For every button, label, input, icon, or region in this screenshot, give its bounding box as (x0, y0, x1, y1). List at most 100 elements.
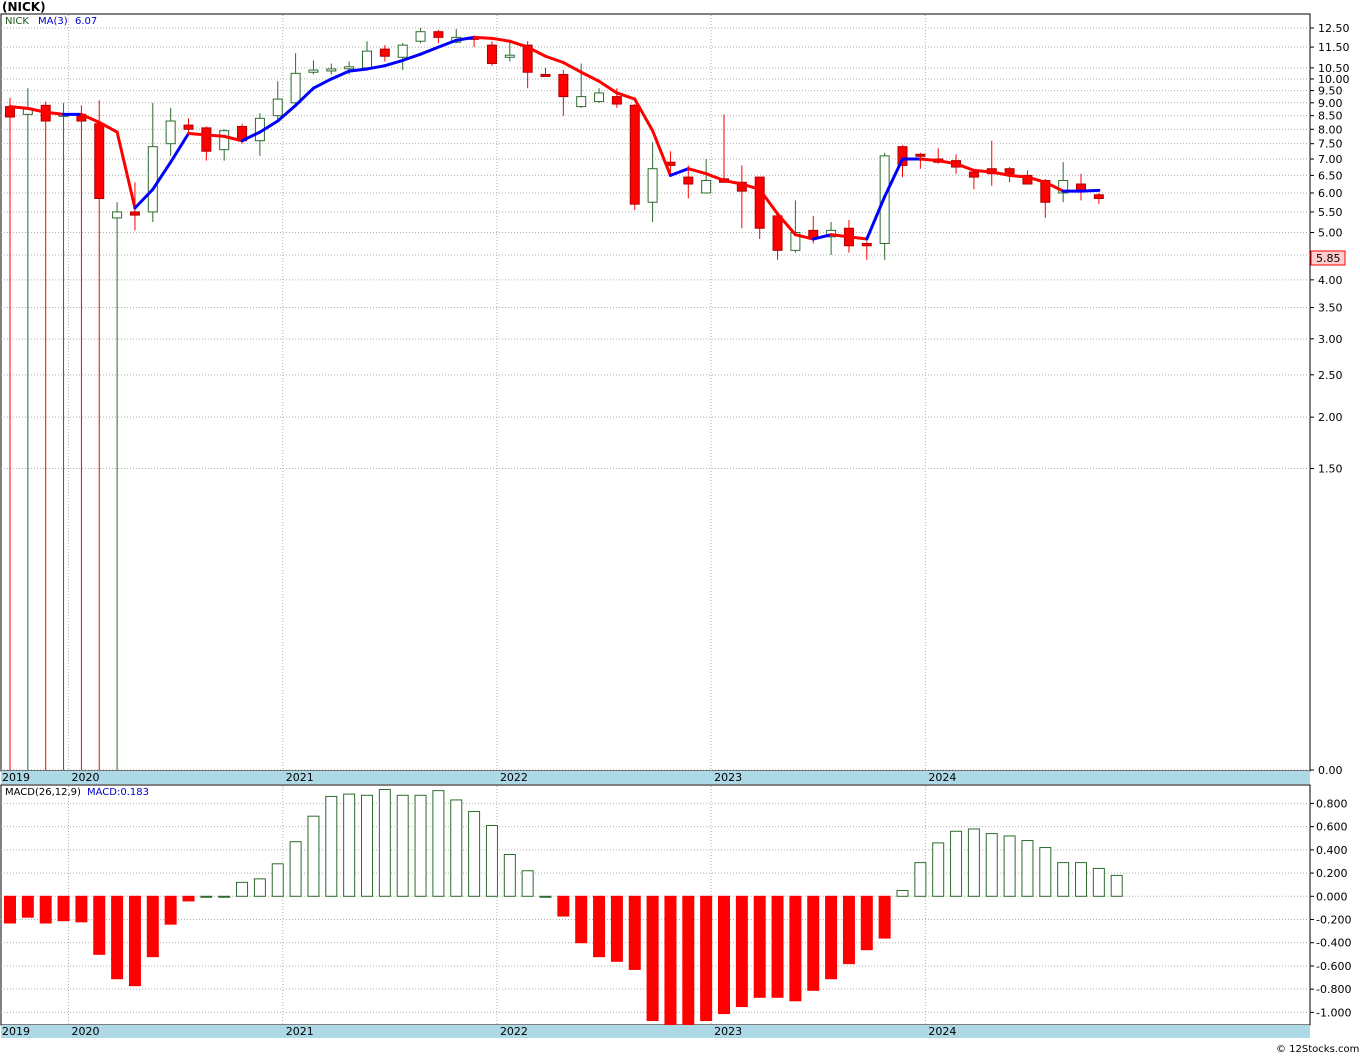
macd-bar (253, 878, 266, 897)
ma-segment (44, 110, 66, 116)
macd-bar (450, 799, 463, 897)
candle-body (968, 171, 979, 178)
macd-bar (985, 833, 998, 897)
price-tick-label: 9.50 (1318, 85, 1343, 98)
macd-bar (896, 889, 909, 897)
candle-body (576, 96, 587, 108)
candle-body (183, 124, 194, 130)
candle-body (201, 127, 212, 152)
macd-bar (503, 853, 516, 897)
macd-tick-label: 0.600 (1316, 821, 1348, 834)
price-tick-label: 6.50 (1318, 169, 1343, 182)
macd-bar (39, 895, 52, 924)
macd-bar (771, 895, 784, 998)
candle-body (129, 211, 140, 216)
chart-title: (NICK) (2, 0, 46, 14)
macd-panel: 0.800 0.600 0.400 0.200 0.000 -0.200 -0.400 -0.… (0, 784, 1351, 1038)
macd-bar (1039, 847, 1052, 897)
footer-credit: © 12Stocks.com (1276, 1044, 1359, 1055)
symbol-label: NICK (5, 16, 29, 27)
macd-tick-label: -0.800 (1316, 983, 1351, 996)
candle-body (112, 211, 123, 219)
candle-body (1004, 168, 1015, 175)
macd-bar (271, 863, 284, 897)
macd-bar (967, 828, 980, 897)
macd-bar (753, 895, 766, 998)
ma-segment (204, 133, 226, 138)
ma-segment (1079, 188, 1101, 193)
candle (486, 41, 497, 66)
macd-bar (361, 794, 373, 897)
macd-bar (646, 895, 659, 1022)
macd-bar (111, 895, 124, 980)
price-tick-label: 7.50 (1318, 138, 1343, 151)
macd-tick-label: 0.800 (1316, 797, 1348, 810)
candle-body (362, 50, 372, 69)
macd-y-axis: 0.800 0.600 0.400 0.200 0.000 -0.200 -0.400 -0.… (1310, 797, 1351, 1019)
candle-body (647, 168, 658, 203)
price-y-axis: 12.5011.5010.5010.009.509.008.508.007.50… (1310, 22, 1350, 777)
candle-body (701, 180, 712, 194)
macd-tick-label: 0.000 (1316, 890, 1348, 903)
macd-bar (718, 895, 730, 1015)
candle-body (1093, 194, 1104, 200)
macd-bar (236, 881, 249, 897)
macd-bar (521, 870, 534, 897)
ma-segment (1008, 173, 1029, 179)
macd-tick-label: -0.400 (1316, 937, 1351, 950)
macd-bar (57, 895, 70, 922)
year-label: 2022 (500, 1025, 528, 1038)
candle (629, 104, 640, 210)
price-year-band (1, 771, 1310, 784)
macd-value-label: MACD:0.183 (87, 787, 149, 798)
macd-bar (468, 811, 481, 897)
macd-bar (557, 895, 570, 917)
candle-body (772, 215, 783, 251)
price-tick-label: 3.00 (1318, 333, 1343, 346)
candle-body (861, 242, 872, 247)
candle-body (611, 96, 622, 105)
year-label: 2023 (714, 1025, 742, 1038)
macd-bar (1003, 835, 1016, 897)
candle-body (94, 123, 105, 200)
candle-body (754, 176, 765, 229)
candle-body (219, 130, 230, 151)
ma-segment (972, 168, 994, 174)
ma-value: 6.07 (75, 16, 97, 27)
macd-bar (485, 824, 498, 897)
macd-bar (860, 895, 873, 951)
macd-bar (1057, 862, 1070, 897)
macd-bar (164, 895, 177, 925)
macd-bar (378, 788, 391, 897)
macd-bar (21, 895, 34, 918)
year-label: 2020 (72, 771, 100, 784)
macd-bar (700, 895, 713, 1022)
candle-body (344, 66, 355, 70)
year-label: 2020 (72, 1025, 100, 1038)
candle-body (415, 31, 426, 42)
macd-bar (93, 895, 106, 955)
macd-bar (325, 795, 338, 897)
last-price-label: 5.85 (1316, 252, 1341, 265)
macd-tick-label: 0.200 (1316, 867, 1348, 880)
macd-bar (4, 895, 16, 924)
candle-body (147, 146, 158, 213)
candle-body (504, 54, 515, 58)
price-tick-label: 12.50 (1318, 22, 1350, 35)
macd-tick-label: -1.000 (1316, 1006, 1351, 1019)
candle-body (326, 68, 337, 72)
ma-segment (918, 157, 940, 163)
macd-bar (289, 841, 302, 897)
price-tick-label: 5.00 (1318, 227, 1343, 240)
year-label: 2019 (2, 771, 30, 784)
price-tick-label: 2.00 (1318, 411, 1343, 424)
year-label: 2024 (928, 771, 956, 784)
macd-year-band (1, 1025, 1310, 1038)
price-tick-label: 1.50 (1318, 463, 1343, 476)
candle-body (629, 104, 640, 205)
macd-label: MACD(26,12,9) (5, 787, 81, 798)
macd-bar (1110, 874, 1123, 897)
macd-bar (128, 895, 141, 987)
macd-bar (182, 895, 195, 902)
candle-body (308, 69, 319, 73)
